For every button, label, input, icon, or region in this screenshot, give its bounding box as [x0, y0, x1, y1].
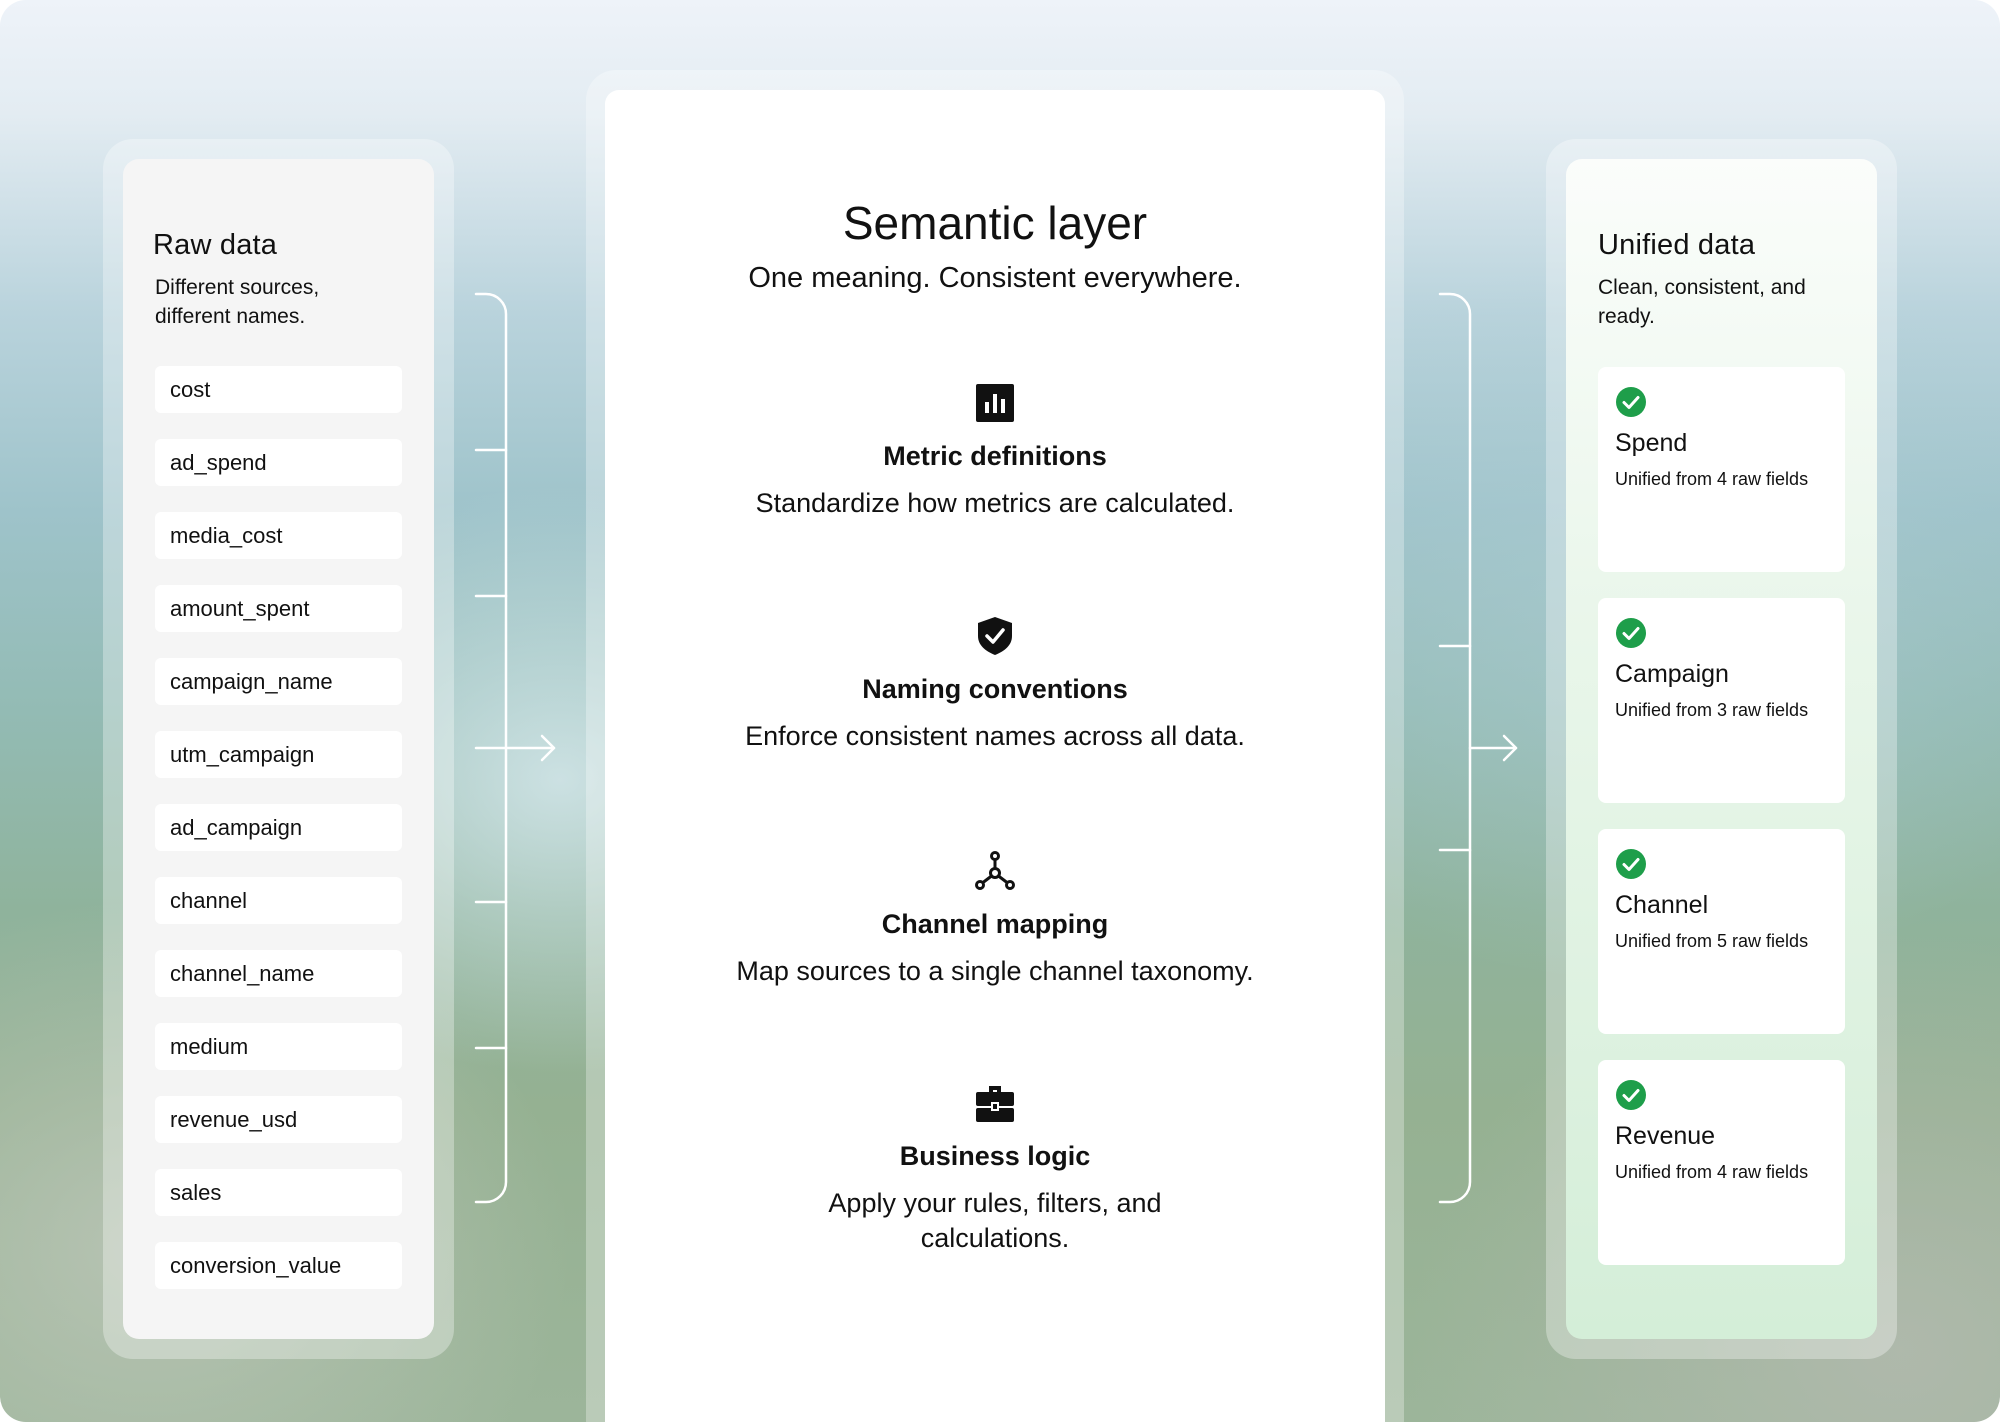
feature-channel-mapping: Channel mapping Map sources to a single …: [605, 851, 1385, 989]
feature-metric-definitions: Metric definitions Standardize how metri…: [605, 383, 1385, 521]
check-circle-icon: [1616, 618, 1646, 648]
semantic-layer-card: Semantic layer One meaning. Consistent e…: [605, 90, 1385, 1422]
raw-data-title: Raw data: [153, 229, 278, 261]
raw-field: channel: [155, 877, 402, 924]
feature-description: Apply your rules, filters, and calculati…: [828, 1188, 1162, 1253]
feature-title: Naming conventions: [862, 674, 1128, 704]
unified-card-channel: Channel Unified from 5 raw fields: [1598, 829, 1845, 1034]
unified-card-description: Unified from 5 raw fields: [1615, 931, 1809, 951]
check-circle-icon: [1616, 1080, 1646, 1110]
right-bracket-connector: [1438, 292, 1518, 1204]
raw-field: ad_spend: [155, 439, 402, 486]
unified-card-name: Spend: [1615, 429, 1688, 457]
raw-field: revenue_usd: [155, 1096, 402, 1143]
unified-card-description: Unified from 3 raw fields: [1615, 700, 1809, 720]
feature-naming-conventions: Naming conventions Enforce consistent na…: [605, 616, 1385, 754]
feature-description: Standardize how metrics are calculated.: [755, 488, 1235, 518]
raw-field: channel_name: [155, 950, 402, 997]
unified-card-name: Channel: [1615, 891, 1709, 919]
raw-field: conversion_value: [155, 1242, 402, 1289]
semantic-layer-subtitle: One meaning. Consistent everywhere.: [748, 262, 1242, 294]
feature-title: Channel mapping: [881, 909, 1109, 939]
raw-field: cost: [155, 366, 402, 413]
shield-check-icon: [978, 617, 1012, 655]
briefcase-icon: [976, 1086, 1014, 1122]
feature-title: Business logic: [899, 1141, 1091, 1171]
raw-field: media_cost: [155, 512, 402, 559]
unified-card-revenue: Revenue Unified from 4 raw fields: [1598, 1060, 1845, 1265]
raw-field: campaign_name: [155, 658, 402, 705]
check-circle-icon: [1616, 849, 1646, 879]
unified-card-name: Revenue: [1615, 1122, 1716, 1150]
unified-card-description: Unified from 4 raw fields: [1615, 469, 1809, 489]
raw-field: sales: [155, 1169, 402, 1216]
raw-field-list: cost ad_spend media_cost amount_spent ca…: [155, 366, 402, 1315]
unified-card-name: Campaign: [1615, 660, 1729, 688]
feature-business-logic: Business logic Apply your rules, filters…: [605, 1083, 1385, 1256]
unified-card-list: Spend Unified from 4 raw fields Campaign…: [1598, 367, 1845, 1291]
unified-data-title: Unified data: [1598, 229, 1756, 261]
unified-card-description: Unified from 4 raw fields: [1615, 1162, 1809, 1182]
raw-data-panel: Raw data Different sources, different na…: [123, 159, 434, 1339]
unified-data-subtitle: Clean, consistent, and ready.: [1598, 276, 1806, 328]
unified-card-spend: Spend Unified from 4 raw fields: [1598, 367, 1845, 572]
raw-field: medium: [155, 1023, 402, 1070]
feature-description: Enforce consistent names across all data…: [745, 721, 1245, 751]
raw-field: amount_spent: [155, 585, 402, 632]
feature-title: Metric definitions: [883, 441, 1107, 471]
diagram-background: Raw data Different sources, different na…: [0, 0, 2000, 1422]
unified-data-panel: Unified data Clean, consistent, and read…: [1566, 159, 1877, 1339]
raw-field: utm_campaign: [155, 731, 402, 778]
semantic-layer-title: Semantic layer: [842, 197, 1148, 249]
raw-field: ad_campaign: [155, 804, 402, 851]
feature-description: Map sources to a single channel taxonomy…: [736, 956, 1254, 986]
unified-card-campaign: Campaign Unified from 3 raw fields: [1598, 598, 1845, 803]
bar-chart-icon: [976, 384, 1014, 422]
raw-data-subtitle: Different sources, different names.: [155, 276, 320, 328]
network-nodes-icon: [975, 851, 1015, 890]
left-bracket-connector: [474, 292, 556, 1204]
check-circle-icon: [1616, 387, 1646, 417]
